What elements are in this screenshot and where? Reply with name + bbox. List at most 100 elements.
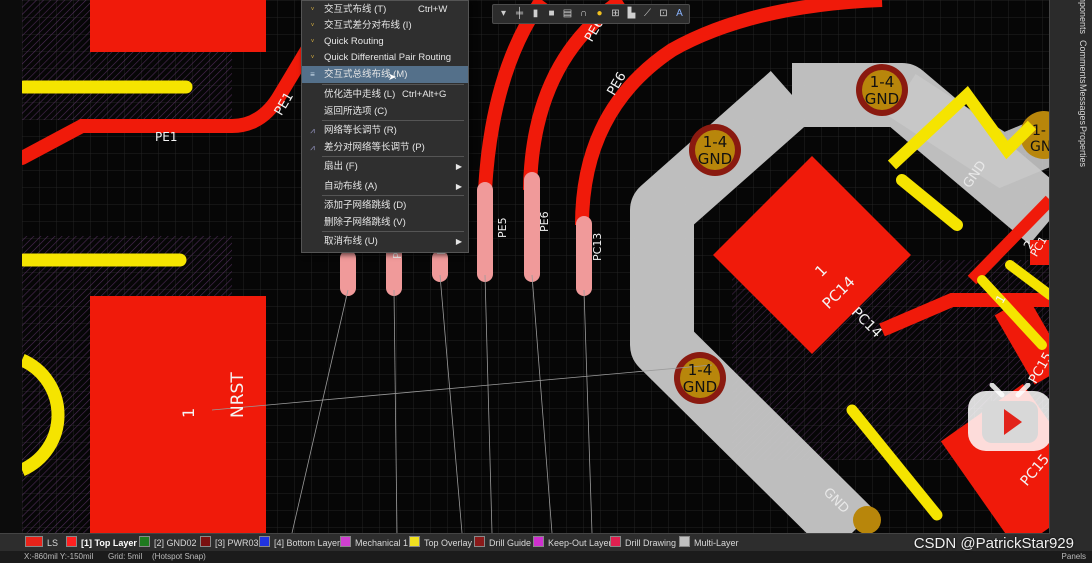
layer-tab-drill-guide[interactable]: Drill Guide bbox=[474, 536, 531, 549]
bus-route-icon: ≡ bbox=[310, 70, 315, 79]
layer-color-swatch bbox=[259, 536, 270, 547]
menu-item-retrace-selected[interactable]: 返回所选项 (C) bbox=[302, 103, 468, 120]
select-icon[interactable]: ■ bbox=[545, 7, 558, 20]
layer-tab-keep-out[interactable]: Keep-Out Layer bbox=[533, 536, 612, 549]
layer-tab-gnd02[interactable]: [2] GND02 bbox=[139, 536, 197, 549]
menu-item-add-subnet-jumper[interactable]: 添加子网络跳线 (D) bbox=[302, 197, 468, 214]
net-label-nrst: NRST bbox=[228, 372, 248, 418]
smd-pad[interactable] bbox=[340, 250, 356, 296]
layer-color-swatch bbox=[474, 536, 485, 547]
dimension-icon[interactable]: ⊡ bbox=[657, 7, 670, 20]
submenu-arrow-icon: ▶ bbox=[455, 182, 462, 191]
menu-separator bbox=[322, 156, 464, 157]
layer-color-swatch bbox=[679, 536, 690, 547]
fill-icon[interactable]: ▙ bbox=[625, 7, 638, 20]
snap-icon[interactable]: ⊞ bbox=[609, 7, 622, 20]
tab-messages[interactable]: Messages bbox=[1074, 84, 1088, 125]
menu-item-fanout[interactable]: 扇出 (F) ▶ bbox=[302, 158, 468, 175]
layer-tab-top-layer[interactable]: [1] Top Layer bbox=[66, 536, 137, 549]
layer-color-swatch bbox=[610, 536, 621, 547]
submenu-arrow-icon: ▶ bbox=[455, 237, 462, 246]
video-play-icon[interactable] bbox=[966, 383, 1050, 453]
via-number: 1-4 bbox=[688, 361, 713, 379]
bulb-icon[interactable]: ● bbox=[593, 7, 606, 20]
layer-color-swatch bbox=[533, 536, 544, 547]
net-label: PC13 bbox=[591, 233, 604, 261]
tab-components[interactable]: Components bbox=[1074, 0, 1088, 34]
menu-item-remove-subnet-jumper[interactable]: 删除子网络跳线 (V) bbox=[302, 214, 468, 231]
layer-tabs-bar: LS [1] Top Layer [2] GND02 [3] PWR03 [4]… bbox=[0, 533, 1050, 551]
layer-tab-top-overlay[interactable]: Top Overlay bbox=[409, 536, 472, 549]
quick-route-icon: ᵛ bbox=[311, 37, 314, 46]
diff-pair-route-icon: ᵛ bbox=[311, 21, 314, 30]
length-tune-icon: ⩘ bbox=[310, 126, 315, 135]
snap-mode: (Hotspot Snap) bbox=[152, 552, 206, 561]
menu-separator bbox=[322, 84, 464, 85]
submenu-arrow-icon: ▶ bbox=[455, 162, 462, 171]
menu-item-interactive-routing[interactable]: ᵛ 交互式布线 (T) Ctrl+W bbox=[302, 1, 468, 18]
layer-color-swatch bbox=[409, 536, 420, 547]
status-bar: X:-860mil Y:-150mil Grid: 5mil (Hotspot … bbox=[0, 551, 1092, 563]
smd-pad-pe5[interactable] bbox=[477, 182, 493, 282]
line-icon[interactable]: ⟋ bbox=[641, 7, 654, 20]
layer-color-swatch bbox=[66, 536, 77, 547]
layer-color-swatch bbox=[340, 536, 351, 547]
net-label: PE1 bbox=[155, 130, 177, 144]
chart-icon[interactable]: ▮ bbox=[529, 7, 542, 20]
layer-color-swatch bbox=[25, 536, 43, 547]
panels-button[interactable]: Panels bbox=[1062, 551, 1086, 563]
menu-item-autoroute[interactable]: 自动布线 (A) ▶ bbox=[302, 178, 468, 195]
via-number: 1-4 bbox=[870, 73, 895, 91]
layer-tab-multi-layer[interactable]: Multi-Layer bbox=[679, 536, 739, 549]
layer-tab-ls[interactable]: LS bbox=[25, 536, 58, 549]
layer-tab-mechanical-1[interactable]: Mechanical 1 bbox=[340, 536, 408, 549]
net-label: PE6 bbox=[538, 211, 551, 232]
menu-item-unroute[interactable]: 取消布线 (U) ▶ bbox=[302, 233, 468, 250]
truncated-pad-label: P bbox=[391, 252, 404, 259]
layer-color-swatch bbox=[200, 536, 211, 547]
left-ruler-strip bbox=[0, 0, 23, 533]
via-net: GND bbox=[683, 378, 717, 396]
menu-separator bbox=[322, 231, 464, 232]
pad-top-left[interactable] bbox=[90, 0, 266, 52]
tab-properties[interactable]: Properties bbox=[1074, 126, 1088, 167]
route-icon[interactable]: ╪ bbox=[513, 7, 526, 20]
via-number: 1-4 bbox=[703, 133, 728, 151]
tab-comments[interactable]: Comments bbox=[1074, 40, 1088, 84]
layer-tab-drill-drawing[interactable]: Drill Drawing bbox=[610, 536, 676, 549]
menu-item-optimize-selected[interactable]: 优化选中走线 (L) Ctrl+Alt+G bbox=[302, 86, 468, 103]
net-label: PE5 bbox=[496, 217, 509, 238]
layer-color-swatch bbox=[139, 536, 150, 547]
pcb-canvas[interactable]: PE1 PE1 PE5 PE6 PE6 PC13 PE6 PC14 PC14 N… bbox=[22, 0, 1050, 533]
menu-item-interactive-bus-routing[interactable]: ≡ 交互式总线布线 (M) ➤ bbox=[302, 66, 468, 83]
interactive-route-icon: ᵛ bbox=[311, 5, 314, 14]
menu-item-diff-length-tuning[interactable]: ⩘ 差分对网络等长调节 (P) bbox=[302, 139, 468, 156]
mouse-cursor-icon: ➤ bbox=[388, 72, 397, 83]
active-bar-toolbar: ▾ ╪ ▮ ■ ▤ ∩ ● ⊞ ▙ ⟋ ⊡ A bbox=[492, 4, 690, 24]
menu-item-interactive-diff-pair[interactable]: ᵛ 交互式差分对布线 (I) bbox=[302, 17, 468, 34]
grid-size: Grid: 5mil bbox=[108, 552, 143, 561]
via-net: GND bbox=[865, 90, 899, 108]
layer-tab-pwr03[interactable]: [3] PWR03 bbox=[200, 536, 259, 549]
quick-diff-route-icon: ᵛ bbox=[311, 53, 314, 62]
via-gnd-bottom[interactable] bbox=[853, 506, 881, 533]
via-net: GND bbox=[698, 150, 732, 168]
side-panel-tabs: Components Comments Messages Properties bbox=[1049, 0, 1092, 563]
truncated-via-label: GN bbox=[1030, 139, 1050, 155]
pcb-board-view[interactable]: PE1 PE1 PE5 PE6 PE6 PC13 PE6 PC14 PC14 N… bbox=[22, 0, 1050, 533]
layer-tab-bottom-layer[interactable]: [4] Bottom Layer bbox=[259, 536, 340, 549]
menu-item-quick-diff-pair[interactable]: ᵛ Quick Differential Pair Routing bbox=[302, 49, 468, 66]
menu-item-net-length-tuning[interactable]: ⩘ 网络等长调节 (R) bbox=[302, 122, 468, 139]
watermark: CSDN @PatrickStar929 bbox=[913, 535, 1074, 552]
truncated-via-label: 1- bbox=[1032, 123, 1046, 139]
menu-separator bbox=[322, 195, 464, 196]
diff-length-tune-icon: ⩘ bbox=[310, 143, 315, 152]
filter-icon[interactable]: ▾ bbox=[497, 7, 510, 20]
pad-number: 1 bbox=[179, 408, 198, 418]
menu-item-quick-routing[interactable]: ᵛ Quick Routing bbox=[302, 33, 468, 50]
text-icon[interactable]: A bbox=[673, 7, 686, 20]
length-icon[interactable]: ∩ bbox=[577, 7, 590, 20]
smd-pad-pc13[interactable] bbox=[576, 216, 592, 296]
menu-separator bbox=[322, 120, 464, 121]
align-icon[interactable]: ▤ bbox=[561, 7, 574, 20]
